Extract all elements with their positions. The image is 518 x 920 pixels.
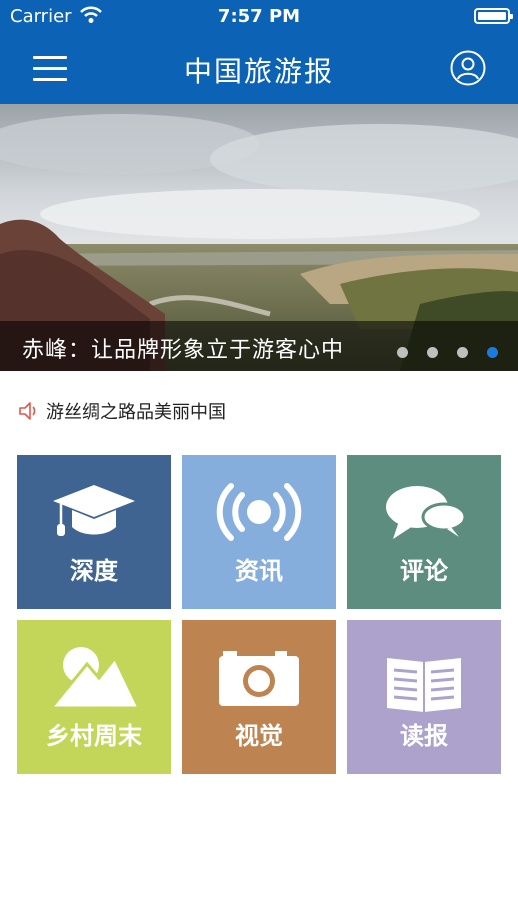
status-bar: Carrier 7:57 PM [0,0,518,34]
tile-comment[interactable]: 评论 [347,455,501,609]
banner-caption: 赤峰：让品牌形象立于游客心中 [22,338,345,363]
camera-icon [182,620,336,716]
tile-label: 乡村周末 [46,722,142,750]
tile-label: 深度 [70,557,118,585]
user-profile-icon[interactable] [450,50,486,86]
broadcast-icon [182,455,336,551]
banner-caption-bar: 赤峰：让品牌形象立于游客心中 [0,321,518,371]
speaker-icon [18,400,40,426]
carousel-dot[interactable] [396,347,408,358]
notice-text: 游丝绸之路品美丽中国 [46,402,226,423]
graduation-cap-icon [17,455,171,551]
mountain-icon [17,620,171,716]
carousel-dot-active[interactable] [487,347,498,358]
tile-read-paper[interactable]: 读报 [347,620,501,774]
tile-label: 视觉 [235,722,283,750]
tile-label: 读报 [400,722,448,750]
newspaper-icon [347,620,501,716]
tile-news[interactable]: 资讯 [182,455,336,609]
carousel-dot[interactable] [456,347,468,358]
carousel-dots[interactable] [383,342,498,361]
carousel-dot[interactable] [426,347,438,358]
banner-carousel[interactable]: 赤峰：让品牌形象立于游客心中 [0,104,518,371]
nav-bar: 中国旅游报 [0,34,518,104]
battery-icon [474,8,513,24]
tile-countryside[interactable]: 乡村周末 [17,620,171,774]
chat-bubbles-icon [347,455,501,551]
tile-label: 资讯 [235,557,283,585]
tile-visual[interactable]: 视觉 [182,620,336,774]
tile-label: 评论 [400,557,448,585]
app-title: 中国旅游报 [183,55,334,88]
clock: 7:57 PM [217,6,301,27]
tile-depth[interactable]: 深度 [17,455,171,609]
